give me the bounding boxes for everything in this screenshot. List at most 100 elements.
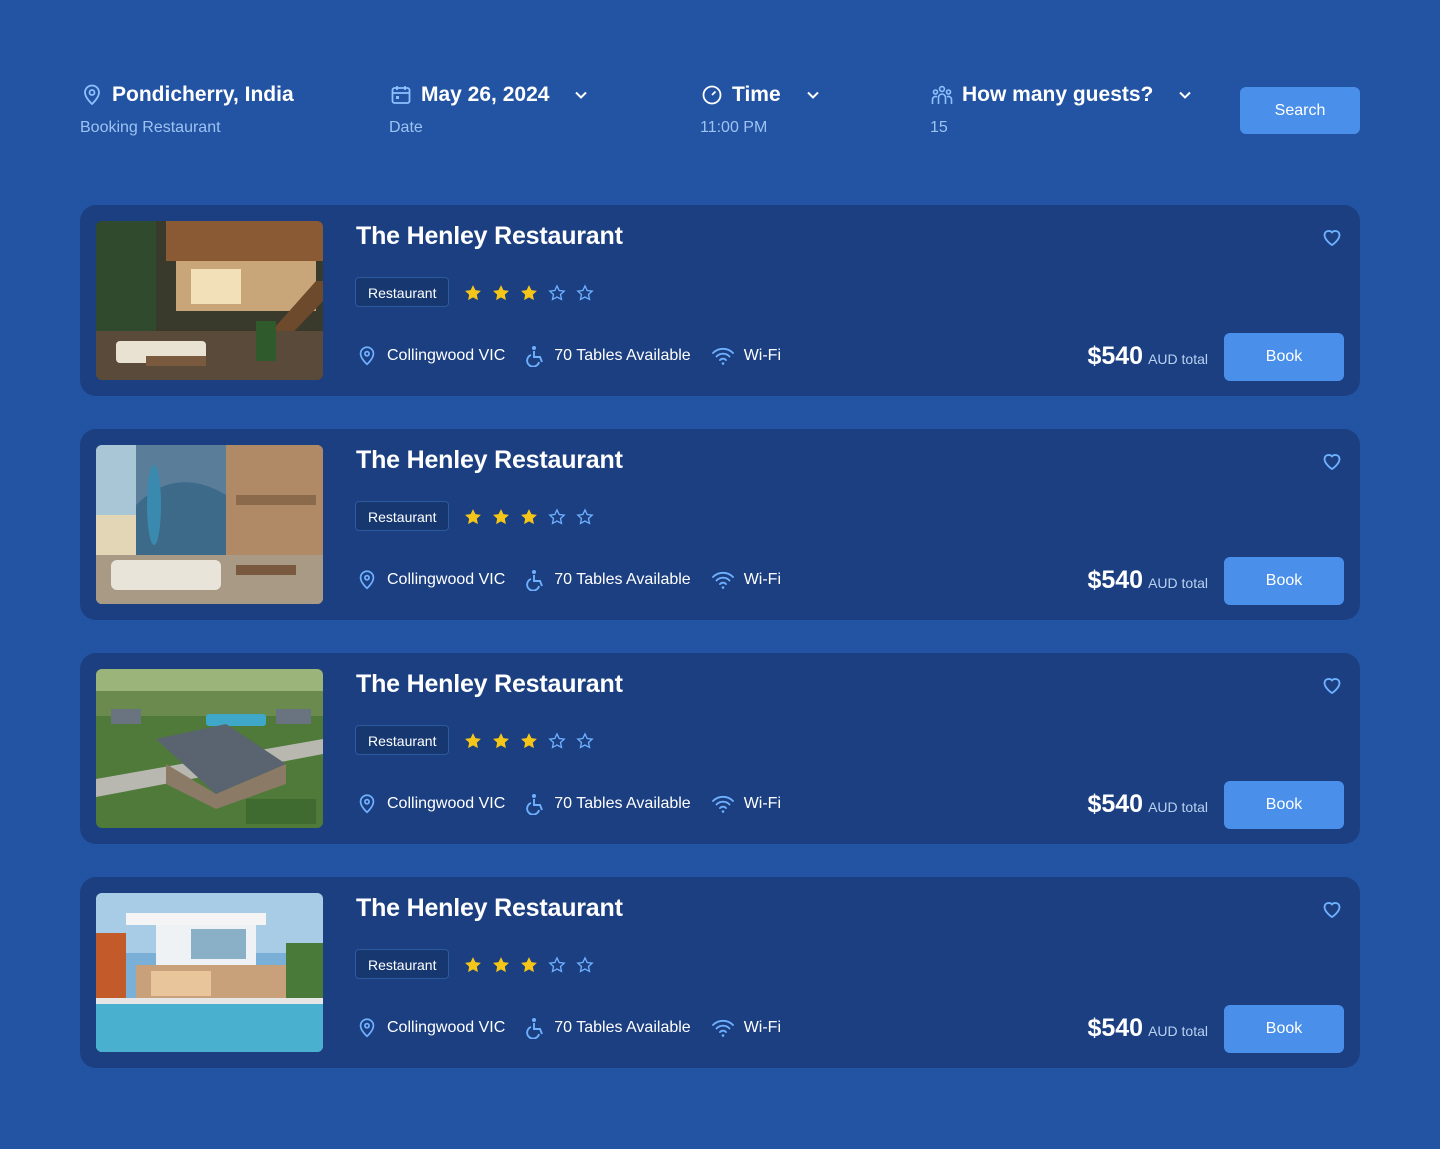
listing-meta: Collingwood VIC 70 Tables Available Wi-F…	[356, 569, 801, 591]
listing-location: Collingwood VIC	[387, 347, 506, 364]
listing-location: Collingwood VIC	[387, 571, 506, 588]
category-tag: Restaurant	[355, 277, 450, 307]
price-amount: $540	[1087, 566, 1144, 594]
location-filter[interactable]: Pondicherry, India Booking Restaurant	[80, 80, 294, 137]
star-outline-icon	[576, 732, 594, 749]
wifi-icon	[711, 347, 734, 365]
price-amount: $540	[1087, 342, 1144, 370]
search-filters: Pondicherry, India Booking Restaurant Ma…	[80, 80, 1360, 140]
book-button[interactable]: Book	[1224, 1005, 1344, 1053]
listing-tables: 70 Tables Available	[554, 347, 691, 364]
date-label: Date	[389, 119, 423, 136]
listing-card[interactable]: The Henley Restaurant Restaurant Colling…	[80, 429, 1360, 620]
users-icon	[931, 85, 953, 104]
star-filled-icon	[521, 957, 537, 973]
listing-amenity: Wi-Fi	[743, 795, 781, 812]
star-outline-icon	[576, 284, 594, 301]
accessibility-icon	[526, 794, 544, 815]
location-pin-icon	[359, 1018, 375, 1038]
listing-title[interactable]: The Henley Restaurant	[356, 446, 623, 475]
search-button[interactable]: Search	[1240, 87, 1360, 134]
star-filled-icon	[465, 285, 481, 301]
listing-tables: 70 Tables Available	[554, 571, 691, 588]
price-suffix: AUD total	[1148, 799, 1208, 815]
price-amount: $540	[1087, 790, 1144, 818]
heart-icon[interactable]	[1320, 449, 1344, 473]
star-filled-icon	[521, 509, 537, 525]
listing-tables: 70 Tables Available	[554, 1019, 691, 1036]
chevron-down-icon[interactable]	[803, 85, 823, 105]
star-rating	[463, 507, 603, 527]
heart-icon[interactable]	[1320, 225, 1344, 249]
listing-image[interactable]	[96, 669, 323, 828]
listing-card[interactable]: The Henley Restaurant Restaurant Colling…	[80, 653, 1360, 844]
star-filled-icon	[521, 285, 537, 301]
location-pin-icon	[84, 84, 100, 106]
wifi-icon	[711, 571, 734, 589]
star-outline-icon	[548, 508, 566, 525]
listing-card[interactable]: The Henley Restaurant Restaurant Colling…	[80, 205, 1360, 396]
listing-title[interactable]: The Henley Restaurant	[356, 894, 623, 923]
heart-icon[interactable]	[1320, 673, 1344, 697]
listing-meta: Collingwood VIC 70 Tables Available Wi-F…	[356, 345, 801, 367]
star-filled-icon	[521, 733, 537, 749]
guests-value: How many guests?	[962, 83, 1154, 106]
listing-title[interactable]: The Henley Restaurant	[356, 222, 623, 251]
price-suffix: AUD total	[1148, 1023, 1208, 1039]
book-button[interactable]: Book	[1224, 557, 1344, 605]
time-label: 11:00 PM	[700, 119, 768, 136]
time-value: Time	[732, 83, 781, 106]
star-rating	[463, 955, 603, 975]
wifi-icon	[711, 1019, 734, 1037]
clock-icon	[702, 85, 722, 105]
star-rating	[463, 731, 603, 751]
date-filter[interactable]: May 26, 2024 Date	[389, 80, 591, 137]
listing-price: $540 AUD total	[1087, 1014, 1208, 1043]
category-tag: Restaurant	[355, 949, 450, 979]
star-outline-icon	[548, 284, 566, 301]
listing-image[interactable]	[96, 221, 323, 380]
listing-card[interactable]: The Henley Restaurant Restaurant Colling…	[80, 877, 1360, 1068]
location-label: Booking Restaurant	[80, 119, 221, 136]
star-outline-icon	[576, 956, 594, 973]
price-amount: $540	[1087, 1014, 1144, 1042]
listing-amenity: Wi-Fi	[743, 1019, 781, 1036]
price-suffix: AUD total	[1148, 351, 1208, 367]
chevron-down-icon[interactable]	[571, 85, 591, 105]
book-button[interactable]: Book	[1224, 781, 1344, 829]
time-filter[interactable]: Time 11:00 PM	[700, 80, 823, 137]
listing-meta: Collingwood VIC 70 Tables Available Wi-F…	[356, 1017, 801, 1039]
star-filled-icon	[493, 509, 509, 525]
listing-amenity: Wi-Fi	[743, 571, 781, 588]
category-tag: Restaurant	[355, 725, 450, 755]
star-rating	[463, 283, 603, 303]
calendar-icon	[391, 86, 411, 104]
category-tag: Restaurant	[355, 501, 450, 531]
star-outline-icon	[576, 508, 594, 525]
listing-price: $540 AUD total	[1087, 566, 1208, 595]
chevron-down-icon[interactable]	[1175, 85, 1195, 105]
listing-location: Collingwood VIC	[387, 795, 506, 812]
star-outline-icon	[548, 732, 566, 749]
star-filled-icon	[465, 509, 481, 525]
listing-title[interactable]: The Henley Restaurant	[356, 670, 623, 699]
listing-price: $540 AUD total	[1087, 342, 1208, 371]
listing-price: $540 AUD total	[1087, 790, 1208, 819]
book-button[interactable]: Book	[1224, 333, 1344, 381]
heart-icon[interactable]	[1320, 897, 1344, 921]
star-filled-icon	[465, 733, 481, 749]
star-filled-icon	[493, 957, 509, 973]
accessibility-icon	[526, 1018, 544, 1039]
listing-image[interactable]	[96, 893, 323, 1052]
location-pin-icon	[359, 346, 375, 366]
guests-filter[interactable]: How many guests? 15	[930, 80, 1195, 137]
listing-list: The Henley Restaurant Restaurant Colling…	[80, 205, 1360, 1101]
listing-image[interactable]	[96, 445, 323, 604]
guests-label: 15	[930, 119, 948, 136]
star-filled-icon	[493, 733, 509, 749]
listing-amenity: Wi-Fi	[743, 347, 781, 364]
star-outline-icon	[548, 956, 566, 973]
listing-tables: 70 Tables Available	[554, 795, 691, 812]
listing-location: Collingwood VIC	[387, 1019, 506, 1036]
star-filled-icon	[493, 285, 509, 301]
